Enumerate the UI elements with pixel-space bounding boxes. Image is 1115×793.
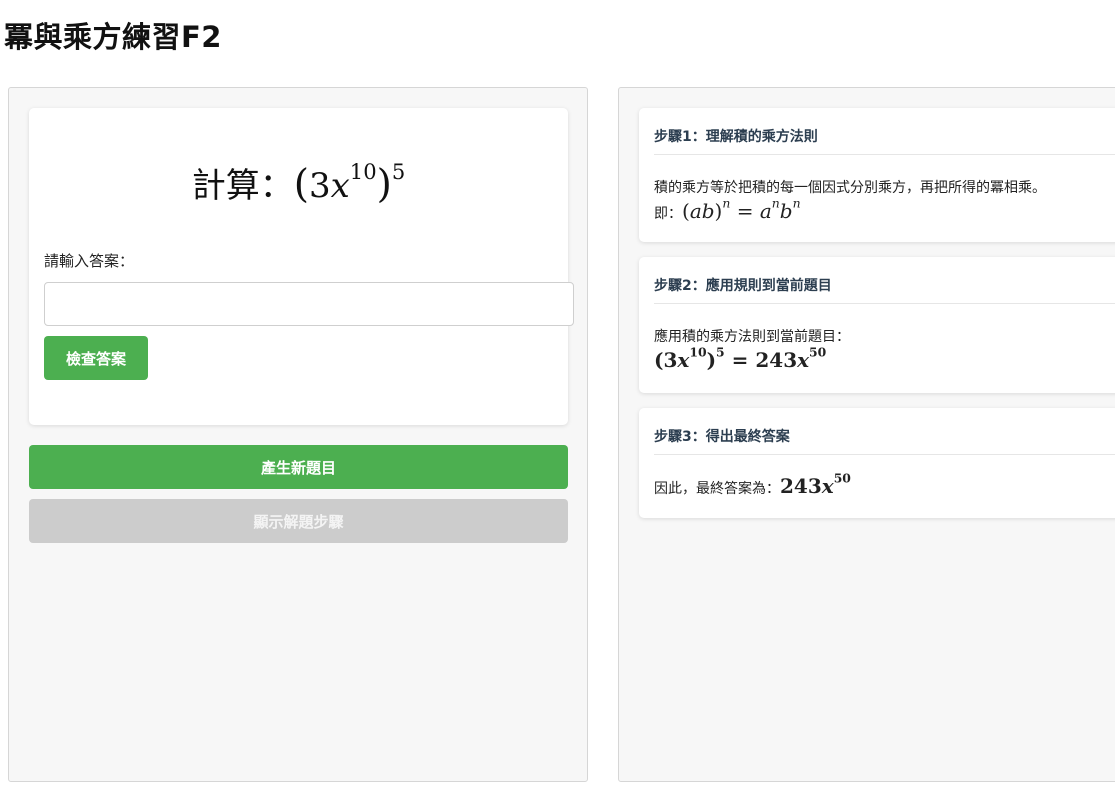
- page-title: 冪與乘方練習F2: [4, 20, 222, 54]
- show-steps-button[interactable]: 顯示解題步驟: [29, 499, 568, 543]
- eq-result-variable: x: [797, 348, 810, 372]
- eq-result-exponent: 50: [809, 344, 827, 360]
- eq-coefficient: 3: [663, 348, 678, 372]
- step-rule-line: 即：(ab)n = anbn: [654, 195, 1115, 226]
- final-answer: 243x50: [780, 472, 851, 498]
- step-text-3: 因此，最終答案為：: [654, 481, 780, 497]
- answer-label: 請輸入答案：: [44, 252, 135, 270]
- step-title-2: 步驟2：應用規則到當前題目: [654, 278, 832, 294]
- rule-b: b: [779, 199, 793, 223]
- step-card-1: 步驟1：理解積的乘方法則 積的乘方等於把積的每一個因式分別乘方，再把所得的冪相乘…: [639, 108, 1115, 242]
- rule-exponent: n: [722, 195, 731, 211]
- check-answer-button[interactable]: 檢查答案: [44, 336, 148, 380]
- eq-variable: x: [677, 348, 690, 372]
- question-card: 計算：(3x10)5 請輸入答案： 檢查答案: [29, 108, 574, 425]
- question-inner-exponent: 10: [349, 159, 377, 185]
- step-card-3: 步驟3：得出最終答案 因此，最終答案為：243x50: [639, 408, 1115, 518]
- step-title-3: 步驟3：得出最終答案: [654, 429, 790, 445]
- final-exponent: 50: [833, 470, 851, 486]
- step-lead-1: 即：: [654, 206, 682, 222]
- question-outer-exponent: 5: [391, 159, 406, 185]
- rule-base: ab: [689, 199, 715, 223]
- practice-panel: 計算：(3x10)5 請輸入答案： 檢查答案 產生新題目 顯示解題步驟: [8, 87, 588, 782]
- final-coefficient: 243: [780, 474, 822, 498]
- step-body-3: 因此，最終答案為：243x50: [654, 472, 1115, 501]
- question-math: (3x10)5: [293, 159, 406, 207]
- rule-a: a: [759, 199, 772, 223]
- question-coefficient: 3: [308, 166, 331, 206]
- eq-result-coefficient: 243: [755, 348, 798, 372]
- answer-input[interactable]: [44, 282, 574, 326]
- step-2-equation: (3x10)5 = 243x50: [654, 344, 827, 372]
- step-divider: [654, 154, 1115, 155]
- question-variable: x: [330, 166, 350, 206]
- step-card-2: 步驟2：應用規則到當前題目 應用積的乘方法則到當前題目： (3x10)5 = 2…: [639, 257, 1115, 393]
- product-power-rule: (ab)n = anbn: [682, 195, 801, 223]
- step-body-2: 應用積的乘方法則到當前題目： (3x10)5 = 243x50: [654, 326, 1115, 372]
- step-body-1: 積的乘方等於把積的每一個因式分別乘方，再把所得的冪相乘。 即：(ab)n = a…: [654, 177, 1115, 226]
- new-question-button[interactable]: 產生新題目: [29, 445, 568, 489]
- eq-outer-exponent: 5: [716, 344, 725, 360]
- rule-b-exponent: n: [792, 195, 801, 211]
- step-title-1: 步驟1：理解積的乘方法則: [654, 129, 818, 145]
- solution-panel: 步驟1：理解積的乘方法則 積的乘方等於把積的每一個因式分別乘方，再把所得的冪相乘…: [618, 87, 1115, 782]
- question-prefix: 計算：: [191, 166, 294, 206]
- question-expression: 計算：(3x10)5: [29, 158, 568, 207]
- rule-a-exponent: n: [771, 195, 780, 211]
- eq-inner-exponent: 10: [689, 344, 707, 360]
- step-divider: [654, 454, 1115, 455]
- final-variable: x: [821, 474, 834, 498]
- step-divider: [654, 303, 1115, 304]
